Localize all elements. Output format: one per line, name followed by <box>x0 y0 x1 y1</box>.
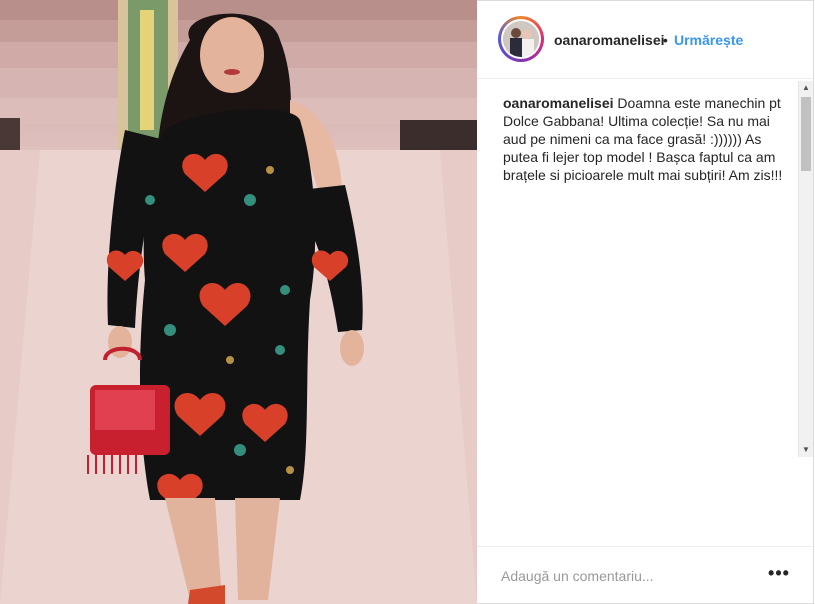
post-username[interactable]: oanaromanelisei <box>554 32 665 48</box>
post-header: oanaromanelisei • Urmărește <box>477 1 813 79</box>
scroll-down-icon[interactable]: ▼ <box>799 443 813 457</box>
caption-username[interactable]: oanaromanelisei <box>503 95 614 111</box>
post-caption: oanaromanelisei Doamna este manechin pt … <box>503 94 783 184</box>
follow-button[interactable]: Urmărește <box>674 32 743 48</box>
comment-input[interactable] <box>501 566 721 586</box>
avatar-image <box>503 21 539 57</box>
avatar-ring <box>501 19 541 59</box>
scroll-up-icon[interactable]: ▲ <box>799 81 813 95</box>
avatar-picture <box>503 21 539 57</box>
post-photo[interactable] <box>0 0 477 604</box>
separator-dot: • <box>663 32 668 48</box>
more-options-icon[interactable]: ••• <box>767 561 791 585</box>
comment-footer: ••• <box>477 546 813 604</box>
scroll-thumb[interactable] <box>801 97 811 171</box>
avatar[interactable] <box>498 16 544 62</box>
runway-photo-illustration <box>0 0 477 604</box>
caption-scrollbar[interactable]: ▲ ▼ <box>798 81 813 457</box>
post-side-panel: oanaromanelisei • Urmărește oanaromaneli… <box>477 0 814 604</box>
